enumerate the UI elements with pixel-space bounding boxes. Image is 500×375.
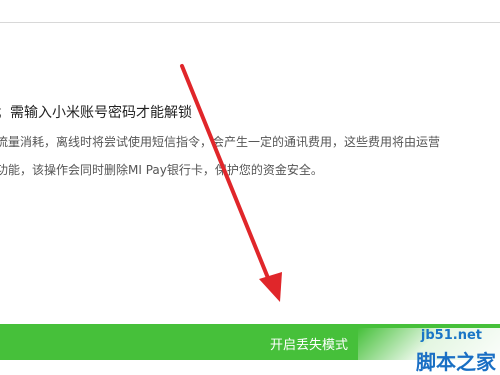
- watermark-domain: jb51.net: [420, 328, 482, 343]
- watermark-site-name: 脚本之家: [416, 350, 496, 374]
- description-line-1: 流量消耗，离线时将尝试使用短信指令，会产生一定的通讯费用，这些费用将由运营: [0, 135, 441, 149]
- enable-lost-mode-button[interactable]: 开启丢失模式: [270, 334, 348, 353]
- watermark: jb51.net 脚本之家: [350, 300, 500, 374]
- description-line-2: 功能，该操作会同时删除MI Pay银行卡，保护您的资金安全。: [0, 163, 323, 177]
- top-divider: [0, 22, 500, 23]
- unlock-warning-text: ；需输入小米账号密码才能解锁: [0, 105, 192, 121]
